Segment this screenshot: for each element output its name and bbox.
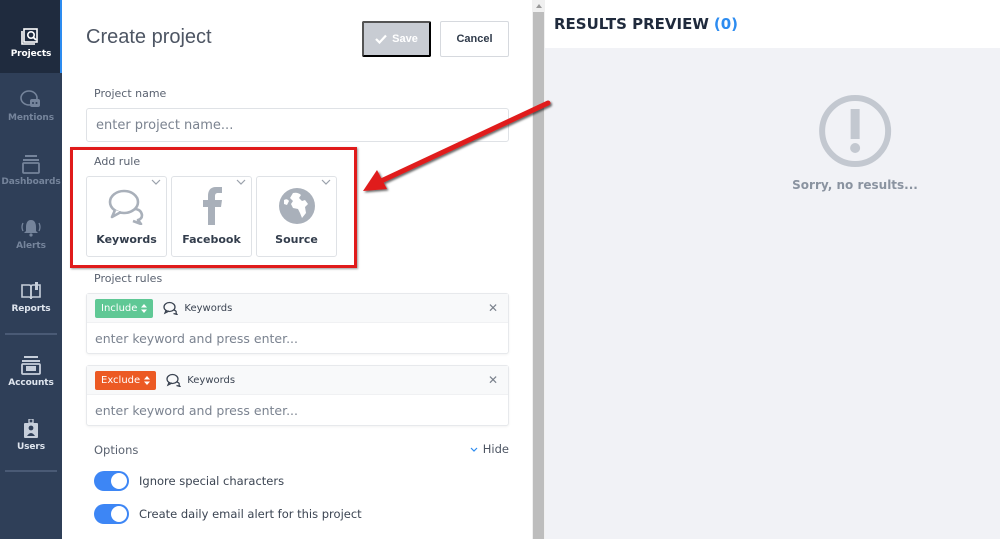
project-rules-label: Project rules xyxy=(94,272,163,285)
sidebar-item-dashboards[interactable]: Dashboards xyxy=(0,154,62,187)
sidebar-item-users[interactable]: Users xyxy=(0,419,62,452)
accounts-icon xyxy=(21,356,41,375)
tile-label: Keywords xyxy=(96,233,157,246)
create-project-form: Create project Save Cancel Project name … xyxy=(62,0,532,539)
keyword-input[interactable]: enter keyword and press enter... xyxy=(87,323,508,354)
results-title: RESULTS PREVIEW xyxy=(554,15,709,33)
dashboards-icon xyxy=(22,155,40,174)
chevron-down-icon xyxy=(236,179,246,185)
projects-icon xyxy=(21,28,38,45)
add-rule-keywords[interactable]: Keywords xyxy=(86,176,167,257)
sidebar-item-label: Accounts xyxy=(8,378,54,388)
option-daily-email-alert: Create daily email alert for this projec… xyxy=(94,504,362,524)
sidebar-item-label: Reports xyxy=(11,304,51,314)
exclude-dropdown[interactable]: Exclude xyxy=(95,370,157,390)
add-rule-label: Add rule xyxy=(94,155,141,168)
save-label: Save xyxy=(392,33,418,45)
options-label: Options xyxy=(94,443,139,457)
rule-mode: Exclude xyxy=(101,374,141,386)
globe-icon xyxy=(278,188,315,224)
chevron-down-icon xyxy=(470,447,478,452)
sidebar: Projects Mentions Dashboards Alerts Repo… xyxy=(0,0,63,539)
sidebar-item-label: Mentions xyxy=(7,113,54,123)
empty-message: Sorry, no results... xyxy=(792,178,918,192)
checkmark-icon xyxy=(375,34,387,44)
reports-icon xyxy=(21,282,41,300)
facebook-icon xyxy=(202,187,222,225)
sidebar-item-reports[interactable]: Reports xyxy=(0,281,62,314)
sort-icon xyxy=(144,375,151,385)
speech-bubbles-icon xyxy=(163,301,179,315)
add-rule-source[interactable]: Source xyxy=(256,176,337,257)
caret-up-icon xyxy=(535,3,542,8)
hide-label: Hide xyxy=(482,442,509,456)
project-name-input[interactable]: enter project name... xyxy=(86,108,509,142)
rule-type-label: Keywords xyxy=(184,302,233,314)
add-rule-facebook[interactable]: Facebook xyxy=(171,176,252,257)
exclamation-circle-icon xyxy=(818,95,891,167)
sidebar-item-label: Alerts xyxy=(16,241,46,251)
toggle-label: Create daily email alert for this projec… xyxy=(139,507,362,521)
sort-icon xyxy=(141,303,148,313)
results-preview: RESULTS PREVIEW (0) Sorry, no results... xyxy=(545,0,1000,539)
results-count: (0) xyxy=(713,15,739,33)
users-icon xyxy=(24,419,38,438)
speech-bubbles-icon xyxy=(108,189,143,225)
sidebar-item-label: Dashboards xyxy=(1,177,61,187)
rule-type-label: Keywords xyxy=(187,374,236,386)
page-title: Create project xyxy=(86,26,212,48)
sidebar-item-alerts[interactable]: Alerts xyxy=(0,218,62,251)
sidebar-divider xyxy=(5,470,57,472)
rule-card-exclude: Exclude Keywords ✕ enter keyword and pre… xyxy=(86,365,509,426)
keyword-input[interactable]: enter keyword and press enter... xyxy=(87,395,508,426)
sidebar-item-mentions[interactable]: Mentions xyxy=(0,90,62,123)
rule-mode: Include xyxy=(101,302,138,314)
project-name-label: Project name xyxy=(94,87,167,100)
mentions-icon xyxy=(20,90,40,107)
remove-rule-icon[interactable]: ✕ xyxy=(488,301,498,315)
hide-options-link[interactable]: Hide xyxy=(470,442,509,456)
sidebar-item-projects[interactable]: Projects xyxy=(0,0,62,73)
scroll-thumb[interactable] xyxy=(533,12,544,539)
include-dropdown[interactable]: Include xyxy=(95,298,154,318)
tile-label: Source xyxy=(275,233,318,246)
scrollbar[interactable] xyxy=(532,0,545,539)
alerts-icon xyxy=(21,220,41,237)
option-ignore-special-characters: Ignore special characters xyxy=(94,471,284,491)
sidebar-item-label: Projects xyxy=(10,49,52,59)
tile-label: Facebook xyxy=(182,233,241,246)
sidebar-item-accounts[interactable]: Accounts xyxy=(0,355,62,388)
scroll-up-arrow[interactable] xyxy=(532,0,545,11)
chevron-down-icon xyxy=(321,179,331,185)
chevron-down-icon xyxy=(151,179,161,185)
toggle-switch[interactable] xyxy=(94,504,129,524)
speech-bubbles-icon xyxy=(166,373,182,387)
results-header: RESULTS PREVIEW (0) xyxy=(545,0,1000,48)
add-rule-tiles: Keywords Facebook Source xyxy=(86,176,337,257)
cancel-button[interactable]: Cancel xyxy=(440,21,509,57)
toggle-label: Ignore special characters xyxy=(139,474,285,488)
sidebar-divider xyxy=(5,333,57,335)
save-button[interactable]: Save xyxy=(362,21,431,57)
sidebar-item-label: Users xyxy=(16,442,46,452)
app: Projects Mentions Dashboards Alerts Repo… xyxy=(0,0,1000,539)
rule-card-include: Include Keywords ✕ enter keyword and pre… xyxy=(86,293,509,354)
empty-state: Sorry, no results... xyxy=(792,94,918,192)
remove-rule-icon[interactable]: ✕ xyxy=(488,373,498,387)
toggle-switch[interactable] xyxy=(94,471,129,491)
